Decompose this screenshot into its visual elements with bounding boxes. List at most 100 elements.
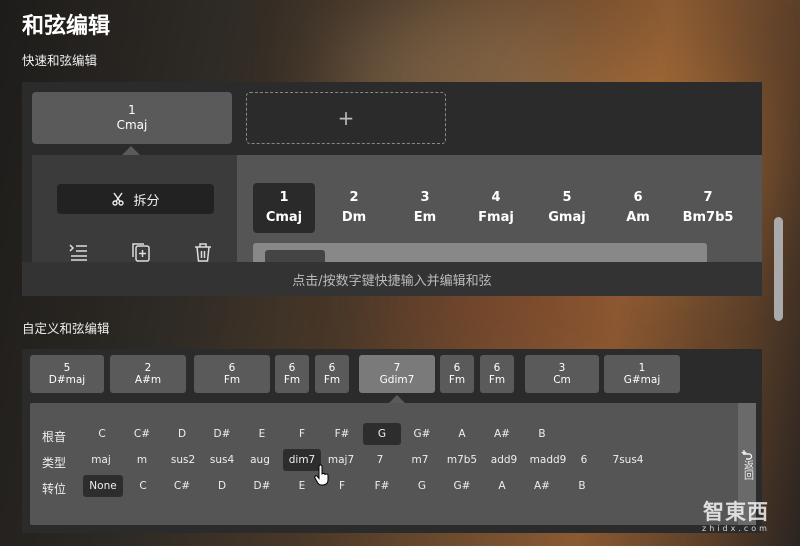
chord-number: 6 (228, 362, 236, 374)
inversion-option[interactable]: D# (243, 475, 281, 497)
type-option[interactable]: sus4 (204, 449, 240, 471)
selection-pointer (122, 146, 140, 155)
inversion-option[interactable]: C# (163, 475, 201, 497)
type-label: 类型 (42, 456, 67, 470)
chord-option[interactable]: 6 Am (607, 183, 669, 233)
option-name: Dm (341, 210, 367, 225)
root-option[interactable]: C (83, 423, 121, 445)
chord-name: Fm (323, 374, 341, 386)
custom-chord[interactable]: 5 D#maj (30, 355, 104, 393)
page-scrollbar[interactable] (774, 217, 783, 321)
custom-edit-heading: 自定义和弦编辑 (22, 321, 110, 336)
option-number: 5 (562, 190, 572, 205)
chord-number: 3 (558, 362, 566, 374)
chord-name: Cmaj (116, 118, 148, 132)
custom-chord[interactable]: 1 G#maj (604, 355, 680, 393)
watermark-logo: 智東西 zhidx.com (690, 496, 782, 533)
custom-chord[interactable]: 6 Fm (315, 355, 349, 393)
inversion-label: 转位 (42, 482, 67, 496)
type-option[interactable]: sus2 (165, 449, 201, 471)
type-option[interactable]: madd9 (527, 449, 569, 471)
inversion-option[interactable]: G# (443, 475, 481, 497)
type-option[interactable]: aug (243, 449, 277, 471)
root-option[interactable]: F (283, 423, 321, 445)
inversion-option[interactable]: D (203, 475, 241, 497)
chord-option[interactable]: 7 Bm7b5 (677, 183, 739, 233)
option-name: Em (413, 210, 437, 225)
chord-options: 1 Cmaj 2 Dm 3 Em 4 Fmaj 5 Gmaj 6 Am 7 Bm7b5 (237, 155, 762, 267)
type-option[interactable]: 6 (571, 449, 597, 471)
page-title: 和弦编辑 (22, 14, 111, 39)
inversion-option[interactable]: C (124, 475, 162, 497)
chord-name: Cm (553, 374, 571, 386)
option-number: 7 (703, 190, 713, 205)
type-option[interactable]: m (125, 449, 159, 471)
chord-number: 6 (453, 362, 461, 374)
chord-number: 6 (288, 362, 296, 374)
root-label: 根音 (42, 430, 67, 444)
type-option[interactable]: maj (83, 449, 119, 471)
inversion-option[interactable]: None (83, 475, 123, 497)
brand-name: 智東西 (703, 499, 769, 524)
chord-number: 6 (493, 362, 501, 374)
inversion-option[interactable]: B (563, 475, 601, 497)
hint-bar: 点击/按数字键快捷输入并编辑和弦 (22, 262, 762, 296)
custom-chord[interactable]: 3 Cm (525, 355, 599, 393)
selected-chord-card[interactable]: 1 Cmaj (32, 92, 232, 144)
type-option[interactable]: m7b5 (443, 449, 481, 471)
root-option[interactable]: B (523, 423, 561, 445)
trash-icon[interactable] (192, 241, 214, 263)
return-arrow-icon (741, 450, 753, 460)
root-option[interactable]: G# (403, 423, 441, 445)
type-option[interactable]: m7 (403, 449, 437, 471)
split-button[interactable]: 拆分 (57, 184, 214, 214)
custom-chord[interactable]: 6 Fm (194, 355, 270, 393)
chord-name: Gdim7 (379, 374, 415, 386)
root-option[interactable]: G (363, 423, 401, 445)
chord-name: Fm (223, 374, 241, 386)
root-option[interactable]: A (443, 423, 481, 445)
chord-option[interactable]: 3 Em (394, 183, 456, 233)
custom-chord[interactable]: 2 A#m (110, 355, 186, 393)
type-option[interactable]: 7 (363, 449, 397, 471)
root-option[interactable]: C# (123, 423, 161, 445)
inversion-option[interactable]: A (483, 475, 521, 497)
back-label: 返回 (741, 460, 753, 480)
chord-option[interactable]: 1 Cmaj (253, 183, 315, 233)
inversion-option[interactable]: F# (363, 475, 401, 497)
inversion-option[interactable]: A# (523, 475, 561, 497)
root-option[interactable]: D# (203, 423, 241, 445)
type-option[interactable]: 7sus4 (605, 449, 651, 471)
custom-chord[interactable]: 6 Fm (440, 355, 474, 393)
custom-chord[interactable]: 7 Gdim7 (359, 355, 435, 393)
scissors-icon (112, 192, 125, 206)
chord-options-area: 拆分 1 Cmaj 2 Dm 3 Em 4 Fmaj 5 Gmaj 6 Am 7… (32, 155, 762, 267)
custom-chord[interactable]: 6 Fm (480, 355, 514, 393)
option-number: 2 (349, 190, 359, 205)
chord-editor: 根音 类型 转位 C C# D D# E F F# G G# A A# B maj m sus2 sus4 a… (30, 403, 756, 525)
type-option[interactable]: add9 (485, 449, 523, 471)
custom-chord[interactable]: 6 Fm (275, 355, 309, 393)
add-chord-button[interactable]: + (246, 92, 446, 144)
chord-name: G#maj (623, 374, 661, 386)
chord-option[interactable]: 2 Dm (323, 183, 385, 233)
chord-option[interactable]: 5 Gmaj (536, 183, 598, 233)
chord-name: Fm (283, 374, 301, 386)
option-number: 3 (420, 190, 430, 205)
chord-number: 6 (328, 362, 336, 374)
root-option[interactable]: E (243, 423, 281, 445)
duplicate-icon[interactable] (130, 241, 152, 263)
option-number: 6 (633, 190, 643, 205)
brand-domain: zhidx.com (702, 524, 770, 533)
chord-name: D#maj (48, 374, 86, 386)
quick-edit-heading: 快速和弦编辑 (22, 53, 98, 68)
root-option[interactable]: A# (483, 423, 521, 445)
root-option[interactable]: D (163, 423, 201, 445)
root-option[interactable]: F# (323, 423, 361, 445)
custom-edit-panel: 5 D#maj 2 A#m 6 Fm 6 Fm 6 Fm 7 Gdim7 6 Fm 6 Fm 3… (22, 349, 762, 533)
chord-option[interactable]: 4 Fmaj (465, 183, 527, 233)
inversion-option[interactable]: G (403, 475, 441, 497)
insert-list-icon[interactable] (68, 241, 90, 263)
split-label: 拆分 (133, 193, 160, 209)
chord-number: 5 (63, 362, 71, 374)
